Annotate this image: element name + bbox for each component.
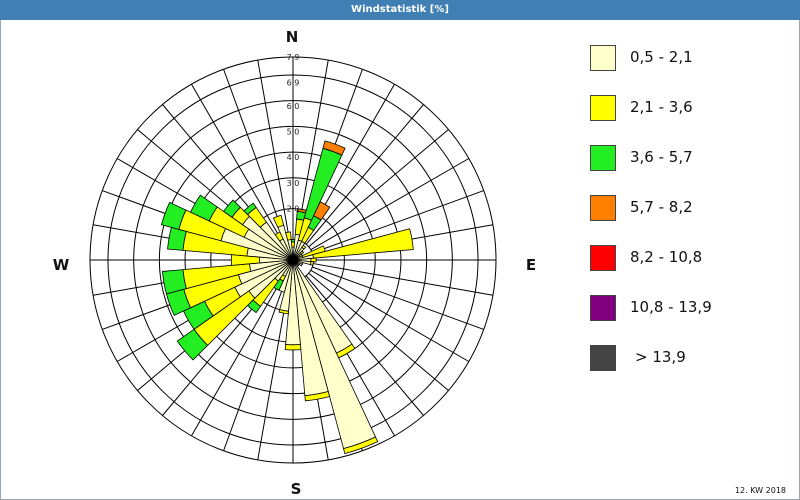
legend-label: 5,7 - 8,2 — [630, 198, 693, 216]
radial-tick-label: 4,0 — [287, 153, 300, 162]
legend-swatch — [590, 295, 616, 321]
legend-swatch — [590, 45, 616, 71]
wind-sector-segment — [284, 344, 302, 351]
wind-sector-segment — [312, 228, 414, 259]
radial-tick-label: 5,0 — [287, 128, 300, 137]
legend-label: 10,8 - 13,9 — [630, 298, 712, 316]
legend-swatch — [590, 95, 616, 121]
wind-sector-segment — [272, 214, 285, 228]
legend-label: 8,2 - 10,8 — [630, 248, 703, 266]
compass-label: W — [53, 256, 70, 274]
wind-rose-chart: 2,0 3,0 4,0 5,0 6,0 6,9 7,9 N E S W — [53, 28, 536, 498]
radial-tick-label: 6,9 — [287, 79, 300, 88]
compass-label: S — [291, 480, 302, 498]
legend-swatch — [590, 195, 616, 221]
legend-label: > 13,9 — [635, 348, 686, 366]
legend-label: 0,5 - 2,1 — [630, 48, 693, 66]
radial-tick-label: 3,0 — [287, 179, 300, 188]
legend-swatch — [590, 145, 616, 171]
legend-swatch — [590, 245, 616, 271]
legend-label: 2,1 - 3,6 — [630, 98, 693, 116]
radial-tick-label: 7,9 — [287, 53, 300, 62]
radial-tick-label: 2,0 — [287, 205, 300, 214]
week-label: 12. KW 2018 — [734, 486, 786, 495]
compass-label: E — [526, 256, 536, 274]
compass-label: N — [286, 28, 299, 46]
legend-swatch — [590, 345, 616, 371]
window-title: Windstatistik [%] — [0, 0, 800, 20]
wind-sector-segment — [309, 261, 314, 266]
legend-label: 3,6 - 5,7 — [630, 148, 693, 166]
radial-tick-label: 6,0 — [287, 102, 300, 111]
